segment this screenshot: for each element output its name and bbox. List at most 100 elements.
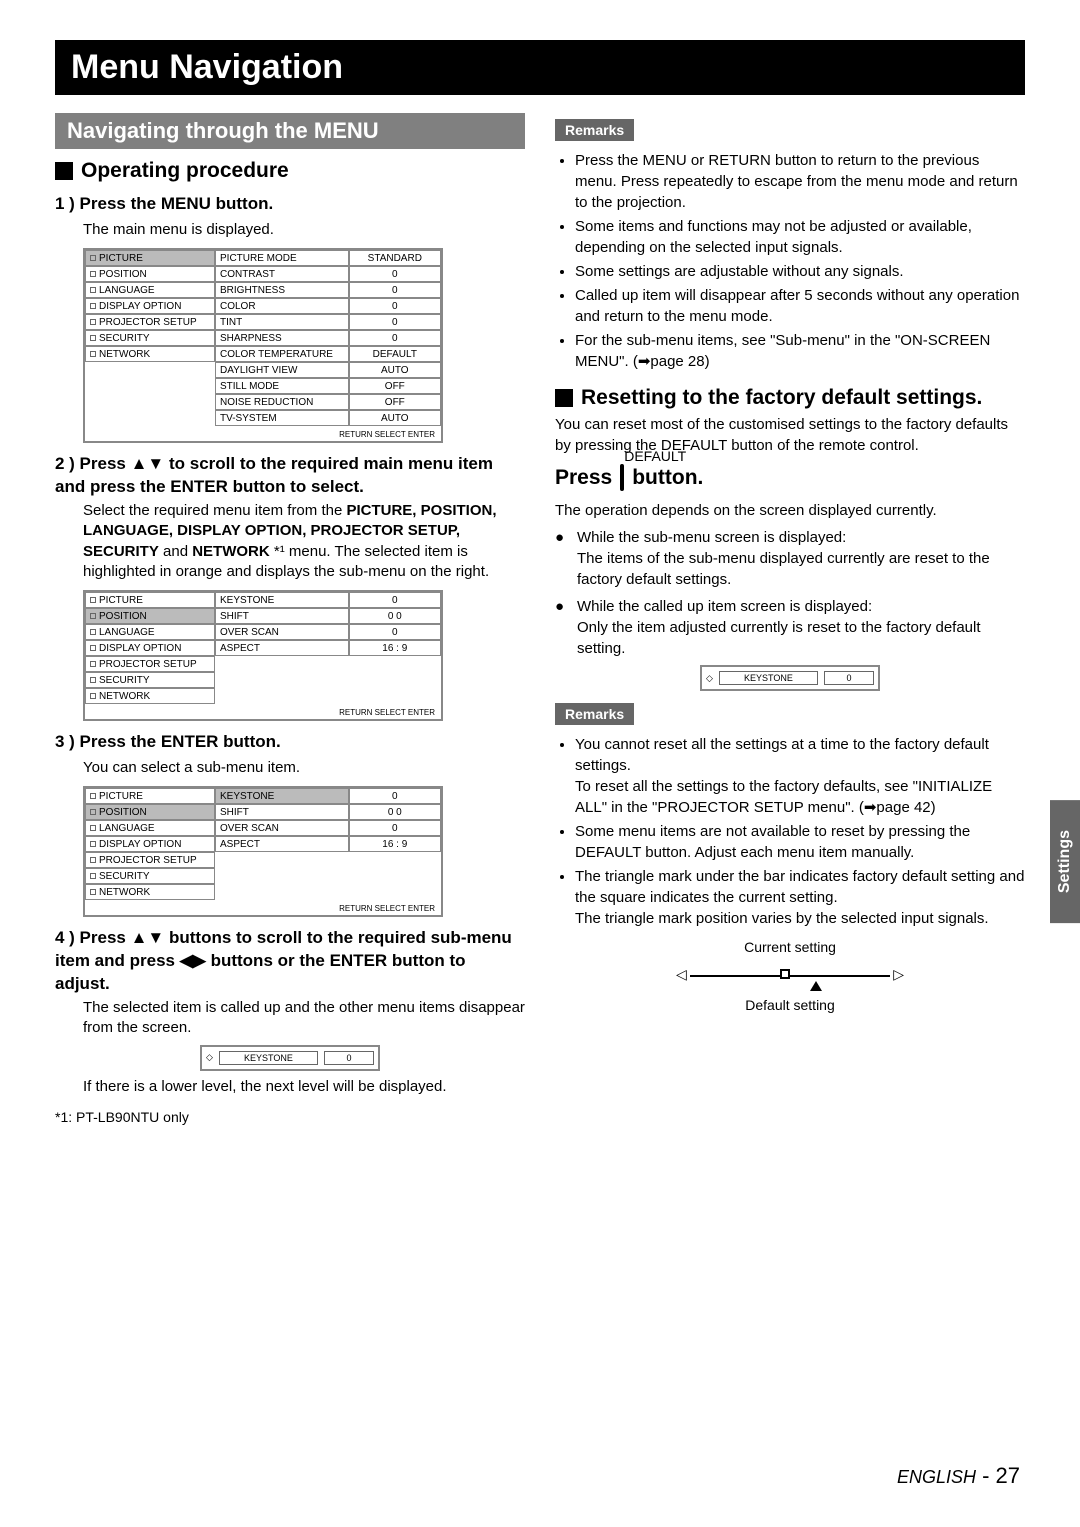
menu-left-item: NETWORK bbox=[85, 346, 215, 362]
menu-param-value: OFF bbox=[349, 394, 441, 410]
menu-left-label: POSITION bbox=[99, 269, 147, 280]
page-footer: ENGLISH - 27 bbox=[897, 1463, 1020, 1489]
menu-param-name: KEYSTONE bbox=[215, 788, 349, 804]
footnote-1: *1: PT-LB90NTU only bbox=[55, 1109, 525, 1125]
list-item: Some settings are adjustable without any… bbox=[575, 261, 1025, 282]
menu-icon bbox=[90, 255, 96, 261]
side-tab: Settings bbox=[1050, 800, 1080, 923]
menu-left-item: SECURITY bbox=[85, 330, 215, 346]
menu-param-value: 0 bbox=[349, 788, 441, 804]
menu-left-label: PROJECTOR SETUP bbox=[99, 855, 197, 866]
menu-icon bbox=[90, 597, 96, 603]
menu-left-label: PICTURE bbox=[99, 253, 143, 264]
remarks-heading-2: Remarks bbox=[555, 703, 634, 725]
menu-figure-2: PICTUREPOSITIONLANGUAGEDISPLAY OPTIONPRO… bbox=[83, 590, 443, 721]
nav-icon: ◇ bbox=[206, 1052, 213, 1063]
menu-left-item: DISPLAY OPTION bbox=[85, 640, 215, 656]
menu-left-label: NETWORK bbox=[99, 349, 150, 360]
menu-left-label: PROJECTOR SETUP bbox=[99, 317, 197, 328]
menu-param-value: AUTO bbox=[349, 362, 441, 378]
menu-left-item: NETWORK bbox=[85, 688, 215, 704]
menu-param-value: AUTO bbox=[349, 410, 441, 426]
menu-right-row: SHARPNESS0 bbox=[215, 330, 441, 346]
menu-left-item: NETWORK bbox=[85, 884, 215, 900]
menu-right-row: COLOR TEMPERATUREDEFAULT bbox=[215, 346, 441, 362]
default-setting-label: Default setting bbox=[690, 997, 890, 1013]
list-item: Some items and functions may not be adju… bbox=[575, 216, 1025, 258]
menu-param-value: OFF bbox=[349, 378, 441, 394]
menu-param-value: 0 bbox=[349, 282, 441, 298]
keystone-label: KEYSTONE bbox=[219, 1051, 318, 1065]
menu-left-label: DISPLAY OPTION bbox=[99, 301, 181, 312]
menu-param-name: OVER SCAN bbox=[215, 820, 349, 836]
menu-left-label: PICTURE bbox=[99, 595, 143, 606]
menu-left-item: SECURITY bbox=[85, 868, 215, 884]
button-word: button. bbox=[632, 466, 703, 490]
list-item: Called up item will disappear after 5 se… bbox=[575, 285, 1025, 327]
menu-right-row: BRIGHTNESS0 bbox=[215, 282, 441, 298]
menu-param-name: TV-SYSTEM bbox=[215, 410, 349, 426]
step1-heading: 1 ) Press the MENU button. bbox=[55, 193, 525, 216]
step2-body: Select the required menu item from the P… bbox=[83, 501, 525, 582]
remarks-list-1: Press the MENU or RETURN button to retur… bbox=[575, 150, 1025, 372]
menu-icon bbox=[90, 319, 96, 325]
menu-left-item: POSITION bbox=[85, 266, 215, 282]
operating-heading-text: Operating procedure bbox=[81, 159, 289, 183]
default-button-icon bbox=[620, 464, 624, 491]
menu-icon bbox=[90, 889, 96, 895]
menu-param-name: OVER SCAN bbox=[215, 624, 349, 640]
menu-left-item: POSITION bbox=[85, 608, 215, 624]
menu-icon bbox=[90, 287, 96, 293]
menu-left-label: LANGUAGE bbox=[99, 823, 155, 834]
remarks-list-2: You cannot reset all the settings at a t… bbox=[575, 734, 1025, 929]
menu-param-name: COLOR bbox=[215, 298, 349, 314]
menu-left-item: PICTURE bbox=[85, 788, 215, 804]
menu-param-name: SHIFT bbox=[215, 804, 349, 820]
section-heading: Navigating through the MENU bbox=[55, 113, 525, 149]
menu-icon bbox=[90, 629, 96, 635]
left-column: Navigating through the MENU Operating pr… bbox=[55, 113, 525, 1125]
list-item: While the called up item screen is displ… bbox=[555, 596, 1025, 659]
nav-hint: RETURN SELECT ENTER bbox=[85, 900, 441, 915]
menu-left-item: POSITION bbox=[85, 804, 215, 820]
menu-right-row: OVER SCAN0 bbox=[215, 624, 441, 640]
square-icon bbox=[555, 389, 573, 407]
menu-param-name: NOISE REDUCTION bbox=[215, 394, 349, 410]
menu-icon bbox=[90, 841, 96, 847]
menu-icon bbox=[90, 857, 96, 863]
keystone-value: 0 bbox=[824, 671, 874, 685]
default-label: DEFAULT bbox=[624, 448, 686, 464]
menu-param-name: DAYLIGHT VIEW bbox=[215, 362, 349, 378]
triangle-mark-icon bbox=[810, 981, 822, 991]
menu-left-label: POSITION bbox=[99, 807, 147, 818]
setting-diagram: Current setting Default setting bbox=[690, 939, 890, 1013]
menu-right-row: DAYLIGHT VIEWAUTO bbox=[215, 362, 441, 378]
square-mark-icon bbox=[780, 969, 790, 979]
menu-left-label: PICTURE bbox=[99, 791, 143, 802]
keystone-value: 0 bbox=[324, 1051, 374, 1065]
menu-param-value: 0 bbox=[349, 820, 441, 836]
menu-left-label: DISPLAY OPTION bbox=[99, 839, 181, 850]
menu-left-item: PROJECTOR SETUP bbox=[85, 852, 215, 868]
menu-icon bbox=[90, 335, 96, 341]
menu-param-name: ASPECT bbox=[215, 836, 349, 852]
menu-icon bbox=[90, 351, 96, 357]
menu-param-value: 16 : 9 bbox=[349, 836, 441, 852]
menu-left-item: PROJECTOR SETUP bbox=[85, 656, 215, 672]
menu-left-item: DISPLAY OPTION bbox=[85, 836, 215, 852]
menu-param-value: 0 bbox=[349, 266, 441, 282]
menu-left-item: LANGUAGE bbox=[85, 820, 215, 836]
list-item: Some menu items are not available to res… bbox=[575, 821, 1025, 863]
step4-tail: If there is a lower level, the next leve… bbox=[83, 1077, 525, 1097]
nav-hint: RETURN SELECT ENTER bbox=[85, 426, 441, 441]
menu-left-item: PICTURE bbox=[85, 592, 215, 608]
menu-param-name: CONTRAST bbox=[215, 266, 349, 282]
step3-heading: 3 ) Press the ENTER button. bbox=[55, 731, 525, 754]
menu-figure-1: PICTURE POSITION LANGUAGE DISPLAY OPTION PRO… bbox=[83, 248, 443, 443]
menu-left-label: LANGUAGE bbox=[99, 285, 155, 296]
menu-param-value: STANDARD bbox=[349, 250, 441, 266]
list-item: While the sub-menu screen is displayed: … bbox=[555, 527, 1025, 590]
menu-icon bbox=[90, 661, 96, 667]
menu-right-row: ASPECT16 : 9 bbox=[215, 640, 441, 656]
right-column: Remarks Press the MENU or RETURN button … bbox=[555, 113, 1025, 1125]
